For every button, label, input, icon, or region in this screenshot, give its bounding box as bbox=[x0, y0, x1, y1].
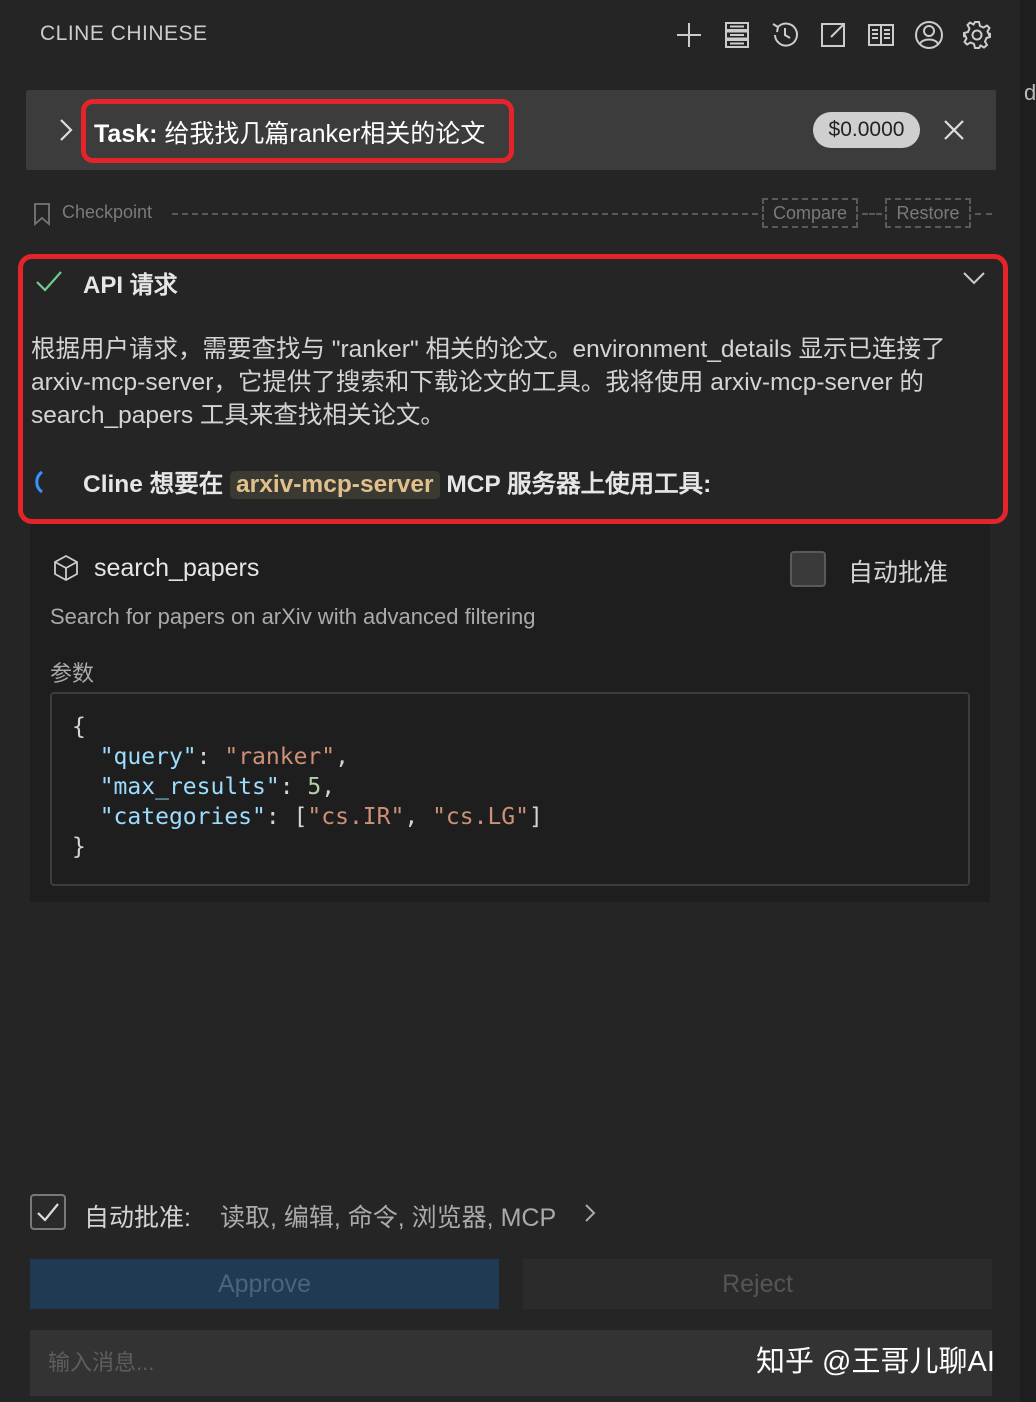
book-icon[interactable] bbox=[864, 16, 898, 54]
code-val-category-1: "cs.IR" bbox=[307, 804, 405, 830]
checkpoint-divider bbox=[862, 213, 882, 215]
cube-icon bbox=[52, 554, 80, 582]
params-label: 参数 bbox=[50, 661, 95, 686]
watermark: 知乎 @王哥儿聊AI bbox=[756, 1346, 995, 1378]
adjacent-panel-edge: de bbox=[1020, 0, 1036, 1402]
chevron-down-icon[interactable] bbox=[961, 267, 987, 289]
checkpoint-row: Checkpoint Compare Restore bbox=[32, 196, 992, 230]
tool-auto-approve-label[interactable]: 自动批准 bbox=[848, 553, 948, 589]
tool-description: Search for papers on arXiv with advanced… bbox=[50, 604, 536, 629]
code-key-categories: "categories" bbox=[99, 804, 266, 830]
api-request-title[interactable]: API 请求 bbox=[83, 265, 178, 300]
params-code-block: { "query": "ranker", "max_results": 5, "… bbox=[50, 692, 970, 886]
cost-badge: $0.0000 bbox=[813, 112, 920, 148]
auto-approve-items[interactable]: 读取, 编辑, 命令, 浏览器, MCP bbox=[220, 1198, 556, 1234]
code-open-brace: { bbox=[72, 714, 86, 740]
auto-approve-label: 自动批准: bbox=[84, 1204, 191, 1232]
server-icon[interactable] bbox=[720, 16, 754, 54]
code-val-category-2: "cs.LG" bbox=[432, 804, 529, 830]
code-key-max-results: "max_results" bbox=[99, 774, 280, 800]
compare-button[interactable]: Compare bbox=[762, 198, 858, 228]
mcp-request-line: Cline 想要在 arxiv-mcp-server MCP 服务器上使用工具: bbox=[83, 465, 711, 500]
checkpoint-label: Checkpoint bbox=[62, 202, 153, 222]
code-val-query: "ranker" bbox=[224, 744, 336, 770]
checkpoint-divider bbox=[172, 213, 758, 215]
auto-approve-checkbox[interactable] bbox=[30, 1194, 66, 1230]
tool-name: search_papers bbox=[94, 554, 260, 582]
auto-approve-row[interactable]: 自动批准: 读取, 编辑, 命令, 浏览器, MCP bbox=[30, 1194, 630, 1232]
checkpoint-divider bbox=[975, 213, 992, 215]
gear-icon[interactable] bbox=[960, 16, 994, 54]
account-icon[interactable] bbox=[912, 16, 946, 54]
header-toolbar bbox=[672, 16, 994, 54]
server-name-chip: arxiv-mcp-server bbox=[230, 471, 440, 499]
app-title: CLINE CHINESE bbox=[40, 22, 208, 45]
header: CLINE CHINESE bbox=[0, 0, 1020, 70]
approve-button[interactable]: Approve bbox=[30, 1259, 499, 1309]
task-highlight-box bbox=[81, 99, 514, 163]
code-key-query: "query" bbox=[99, 744, 197, 770]
task-header[interactable]: Task: 给我找几篇ranker相关的论文 $0.0000 bbox=[26, 90, 996, 170]
close-icon[interactable] bbox=[940, 116, 968, 144]
reject-button[interactable]: Reject bbox=[523, 1259, 992, 1309]
mcp-prefix: Cline 想要在 bbox=[83, 471, 224, 498]
history-icon[interactable] bbox=[768, 16, 802, 54]
code-val-max-results: 5 bbox=[307, 774, 322, 800]
external-link-icon[interactable] bbox=[816, 16, 850, 54]
tool-auto-approve-checkbox[interactable] bbox=[790, 551, 826, 587]
code-close-brace: } bbox=[72, 834, 86, 860]
chevron-right-icon[interactable] bbox=[582, 1202, 598, 1224]
mcp-suffix: MCP 服务器上使用工具: bbox=[446, 471, 712, 498]
bookmark-icon bbox=[32, 202, 52, 226]
api-request-block: API 请求 根据用户请求，需要查找与 "ranker" 相关的论文。envir… bbox=[18, 254, 1008, 524]
check-icon bbox=[33, 265, 65, 297]
adjacent-panel-text: de bbox=[1024, 80, 1036, 105]
chevron-right-icon[interactable] bbox=[56, 117, 76, 143]
loading-spinner-icon bbox=[33, 469, 45, 495]
api-request-text: 根据用户请求，需要查找与 "ranker" 相关的论文。environment_… bbox=[31, 336, 946, 429]
plus-icon[interactable] bbox=[672, 16, 706, 54]
tool-card: search_papers 自动批准 Search for papers on … bbox=[30, 524, 990, 902]
restore-button[interactable]: Restore bbox=[885, 198, 971, 228]
